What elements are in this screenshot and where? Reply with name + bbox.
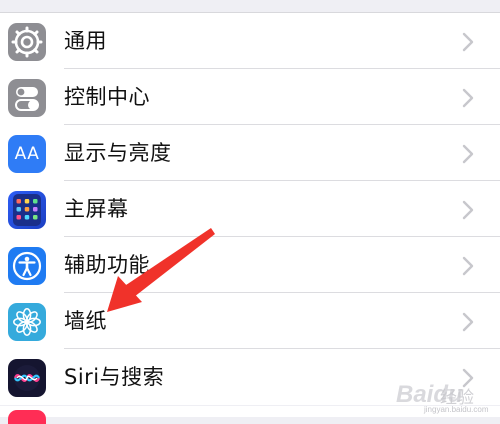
watermark-url: jingyan.baidu.com xyxy=(424,405,489,414)
app-icon xyxy=(8,410,46,424)
settings-row-display-brightness[interactable]: AA 显示与亮度 xyxy=(0,125,500,181)
chevron-right-icon xyxy=(462,256,474,276)
settings-row-label: 主屏幕 xyxy=(64,197,129,221)
gear-icon xyxy=(8,23,46,61)
text-size-aa-icon: AA xyxy=(8,135,46,173)
chevron-right-icon xyxy=(462,200,474,220)
settings-row-label: Siri与搜索 xyxy=(64,365,165,389)
settings-row-control-center[interactable]: 控制中心 xyxy=(0,69,500,125)
flower-icon xyxy=(8,303,46,341)
settings-row-home-screen[interactable]: 主屏幕 xyxy=(0,181,500,237)
chevron-right-icon xyxy=(462,88,474,108)
icon-text: AA xyxy=(14,144,40,164)
toggle-switches-icon xyxy=(8,79,46,117)
siri-icon xyxy=(8,359,46,397)
settings-row-label: 显示与亮度 xyxy=(64,141,172,165)
settings-list: 通用 控制中心 AA 显示与亮度 主屏幕 辅助功能 墙纸 Siri与搜索 xyxy=(0,12,500,405)
accessibility-person-icon xyxy=(8,247,46,285)
settings-row-label: 通用 xyxy=(64,29,107,53)
settings-row-label: 墙纸 xyxy=(64,309,107,333)
chevron-right-icon xyxy=(462,32,474,52)
home-screen-grid-icon xyxy=(8,191,46,229)
chevron-right-icon xyxy=(462,312,474,332)
settings-row-accessibility[interactable]: 辅助功能 xyxy=(0,237,500,293)
settings-row-wallpaper[interactable]: 墙纸 xyxy=(0,293,500,349)
settings-row-label: 辅助功能 xyxy=(64,253,150,277)
watermark-logo: Baidu 经验 jingyan.baidu.com xyxy=(396,375,494,415)
chevron-right-icon xyxy=(462,144,474,164)
settings-row-general[interactable]: 通用 xyxy=(0,13,500,69)
settings-row-label: 控制中心 xyxy=(64,85,150,109)
